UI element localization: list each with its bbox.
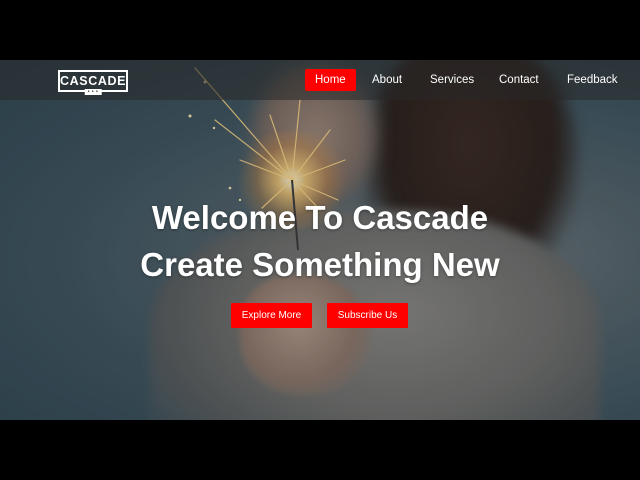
nav-contact[interactable]: Contact xyxy=(489,69,549,91)
logo[interactable]: CASCADE • • • xyxy=(58,70,128,95)
hero-background-photo xyxy=(0,60,640,420)
nav-about[interactable]: About xyxy=(362,69,412,91)
logo-text: CASCADE xyxy=(60,74,127,88)
nav-feedback[interactable]: Feedback xyxy=(557,69,628,91)
explore-more-button[interactable]: Explore More xyxy=(231,303,312,328)
logo-tagline: • • • xyxy=(84,89,102,95)
dark-overlay xyxy=(0,60,640,420)
nav-services[interactable]: Services xyxy=(420,69,484,91)
hero-heading-line2: Create Something New xyxy=(140,246,500,283)
navbar: CASCADE • • • Home About Services Contac… xyxy=(0,60,640,100)
subscribe-us-button[interactable]: Subscribe Us xyxy=(327,303,408,328)
nav-home[interactable]: Home xyxy=(305,69,356,91)
hero-heading-line1: Welcome To Cascade xyxy=(151,199,489,236)
